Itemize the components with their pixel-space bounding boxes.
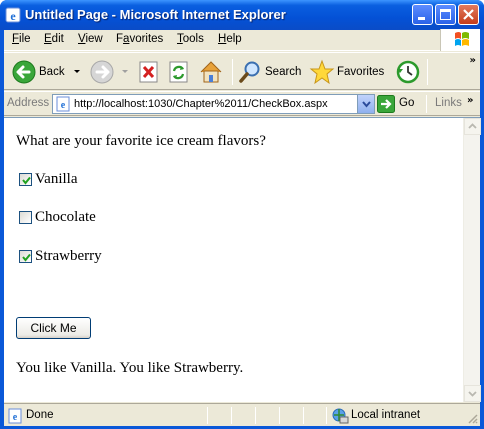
checkmark-icon	[22, 253, 31, 262]
security-zone-text: Local intranet	[351, 409, 421, 421]
forward-dropdown-icon[interactable]	[122, 70, 128, 73]
back-arrow-icon	[12, 60, 36, 84]
vanilla-checkbox[interactable]	[19, 173, 32, 186]
minimize-icon	[418, 17, 425, 20]
resize-grip-icon[interactable]	[466, 412, 478, 424]
forward-arrow-icon	[90, 60, 114, 84]
question-text: What are your favorite ice cream flavors…	[16, 133, 266, 149]
menu-view[interactable]: View	[78, 33, 103, 45]
chocolate-checkbox[interactable]	[19, 211, 32, 224]
links-overflow-button[interactable]: »	[467, 95, 473, 106]
status-divider	[326, 407, 327, 424]
address-dropdown-button[interactable]	[357, 95, 374, 113]
vertical-scrollbar[interactable]	[463, 118, 481, 402]
search-label: Search	[265, 66, 302, 78]
chevron-up-icon	[468, 123, 477, 129]
local-intranet-icon	[332, 408, 349, 424]
status-divider	[303, 407, 304, 424]
search-icon	[239, 61, 260, 83]
standard-toolbar: Back Search Favorites »	[4, 52, 480, 90]
title-bar[interactable]: e Untitled Page - Microsoft Internet Exp…	[0, 0, 484, 30]
maximize-icon	[440, 9, 451, 20]
address-separator	[426, 95, 427, 113]
toolbar-overflow-button[interactable]: »	[470, 55, 476, 66]
history-icon[interactable]	[394, 57, 422, 87]
scroll-up-button[interactable]	[464, 118, 481, 135]
go-button[interactable]: Go	[399, 97, 414, 109]
menu-tools[interactable]: Tools	[177, 33, 204, 45]
search-button[interactable]: Search	[237, 57, 303, 87]
favorites-star-icon	[309, 59, 335, 85]
status-divider	[255, 407, 256, 424]
back-dropdown-icon[interactable]	[74, 70, 80, 73]
address-url: http://localhost:1030/Chapter%2011/Check…	[74, 98, 328, 110]
status-divider	[279, 407, 280, 424]
strawberry-label[interactable]: Strawberry	[35, 248, 102, 265]
maximize-button[interactable]	[435, 4, 456, 25]
internet-explorer-icon: e	[5, 7, 21, 23]
chocolate-label[interactable]: Chocolate	[35, 209, 96, 226]
menu-edit[interactable]: Edit	[44, 33, 64, 45]
status-divider	[207, 407, 208, 424]
home-icon[interactable]	[198, 57, 224, 87]
address-label: Address	[7, 97, 50, 109]
browser-frame: File Edit View Favorites Tools Help Back…	[4, 29, 481, 426]
links-button[interactable]: Links	[435, 97, 462, 109]
chevron-down-icon	[362, 101, 371, 108]
vanilla-label[interactable]: Vanilla	[35, 171, 78, 188]
checkmark-icon	[22, 176, 31, 185]
address-bar: Address e http://localhost:1030/Chapter%…	[4, 91, 480, 116]
toolbar-separator	[427, 59, 428, 85]
chevron-down-icon	[468, 391, 477, 397]
click-me-button[interactable]: Click Me	[16, 317, 91, 339]
windows-flag-icon	[455, 32, 469, 46]
svg-text:e: e	[10, 9, 16, 23]
close-button[interactable]	[458, 4, 479, 25]
window-title: Untitled Page - Microsoft Internet Explo…	[25, 7, 286, 22]
page-done-icon: e	[8, 408, 22, 424]
windows-logo	[440, 29, 480, 51]
content-area: What are your favorite ice cream flavors…	[4, 117, 481, 402]
status-bar: e Done Local intranet	[4, 403, 480, 426]
menu-favorites[interactable]: Favorites	[116, 33, 163, 45]
back-button[interactable]: Back	[8, 57, 86, 87]
favorites-button[interactable]: Favorites	[308, 57, 390, 87]
status-text: Done	[26, 409, 54, 421]
result-text: You like Vanilla. You like Strawberry.	[16, 360, 244, 376]
browser-window: e Untitled Page - Microsoft Internet Exp…	[0, 0, 484, 429]
toolbar-separator	[232, 59, 233, 85]
menu-file[interactable]: File	[12, 33, 31, 45]
web-page: What are your favorite ice cream flavors…	[4, 118, 460, 402]
refresh-icon[interactable]	[168, 57, 190, 87]
stop-icon[interactable]	[138, 57, 160, 87]
go-arrow-icon[interactable]	[377, 95, 395, 113]
close-icon	[463, 9, 474, 20]
page-icon: e	[56, 96, 70, 112]
menu-help[interactable]: Help	[218, 33, 242, 45]
svg-text:e: e	[61, 100, 66, 111]
back-label: Back	[39, 66, 65, 78]
address-input[interactable]: e http://localhost:1030/Chapter%2011/Che…	[52, 94, 375, 114]
svg-text:e: e	[13, 412, 18, 423]
minimize-button[interactable]	[412, 4, 433, 25]
status-divider	[231, 407, 232, 424]
strawberry-checkbox[interactable]	[19, 250, 32, 263]
scroll-down-button[interactable]	[464, 385, 481, 402]
forward-button[interactable]	[88, 57, 130, 87]
favorites-label: Favorites	[337, 66, 385, 78]
menu-bar: File Edit View Favorites Tools Help	[4, 29, 480, 51]
